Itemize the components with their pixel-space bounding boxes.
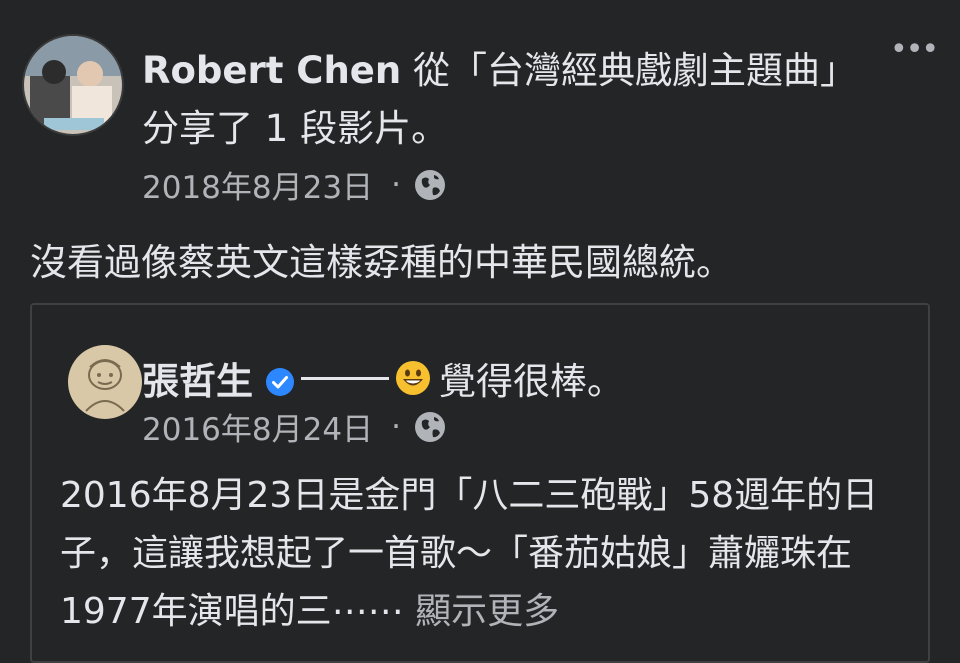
globe-icon <box>413 410 447 444</box>
shared-author-avatar[interactable] <box>68 345 142 419</box>
verified-badge-icon <box>265 363 295 396</box>
shared-post-header: 張哲生 覺得很棒。 <box>142 351 624 405</box>
more-options-icon[interactable]: ••• <box>890 35 939 65</box>
shared-post-card[interactable]: 張哲生 覺得很棒。 2016年8月24日 · 2016年8月23日是金門「八二三… <box>30 303 930 663</box>
shared-post-meta: 2016年8月24日 · <box>142 404 447 449</box>
author-name[interactable]: Robert Chen <box>142 49 401 92</box>
shared-post-date[interactable]: 2016年8月24日 <box>142 404 373 449</box>
post-meta: 2018年8月23日 · <box>142 162 447 207</box>
globe-icon <box>413 168 447 202</box>
meta-separator: · <box>391 408 401 445</box>
meta-separator: · <box>391 166 401 203</box>
post-date[interactable]: 2018年8月23日 <box>142 162 373 207</box>
shared-video-post: ••• Robert Chen 從「台灣經典戲劇主題曲」分享了 1 段影片。 2… <box>0 0 960 663</box>
post-message: 沒看過像蔡英文這樣孬種的中華民國總統。 <box>30 241 733 284</box>
shared-author-name[interactable]: 張哲生 <box>142 351 253 405</box>
feeling-text: 覺得很棒。 <box>439 360 624 403</box>
post-header: Robert Chen 從「台灣經典戲劇主題曲」分享了 1 段影片。 <box>142 42 842 158</box>
author-avatar[interactable] <box>22 34 124 136</box>
smiling-face-icon <box>395 360 431 396</box>
dash-divider <box>301 376 389 380</box>
see-more-link[interactable]: 顯示更多 <box>415 591 559 632</box>
shared-post-body: 2016年8月23日是金門「八二三砲戰」58週年的日子，這讓我想起了一首歌～「番… <box>60 467 920 641</box>
